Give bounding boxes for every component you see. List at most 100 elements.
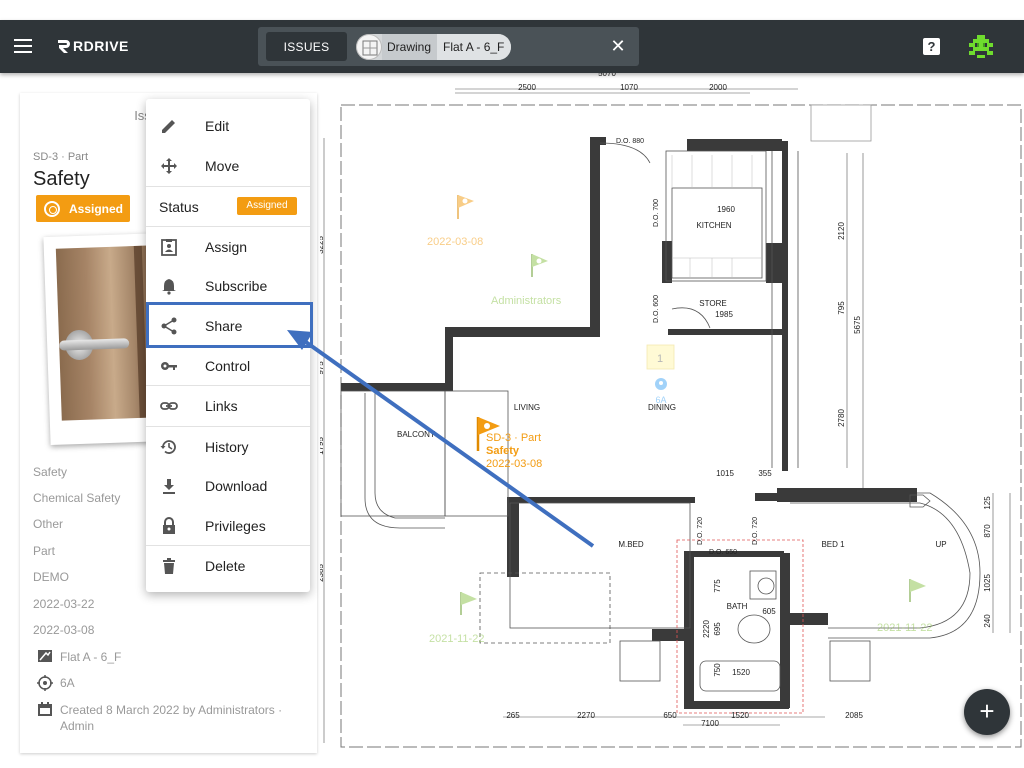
room-balcony: BALCONY [397, 430, 436, 439]
menu-item-label: Download [205, 478, 268, 494]
field-tag: DEMO [33, 570, 69, 584]
logo[interactable]: RDRIVE [56, 36, 129, 56]
field-subcategory: Chemical Safety [33, 491, 121, 505]
share-highlight-box [146, 302, 313, 348]
drawing-icon [38, 650, 52, 662]
menu-item-edit[interactable]: Edit [146, 106, 310, 146]
chip-drawing-name: Flat A - 6_F [437, 34, 511, 60]
dim-inner-9: D.O. 650 [709, 549, 737, 556]
chip-type-label: Drawing [382, 34, 438, 60]
floor-plan-svg: 5070 2500 1070 2000 3225 975 1795 2385 2… [320, 73, 1022, 748]
pin-label-1: Administrators [491, 295, 562, 307]
dim-right-2: 5675 [853, 316, 862, 334]
status-pill[interactable]: Assigned [237, 197, 297, 215]
pin-label-3: 2021-11-22 [877, 622, 932, 634]
active-pin-line-1: SD-3 · Part [486, 432, 541, 444]
location-marker[interactable]: 6A [655, 378, 667, 405]
download-icon [163, 479, 175, 494]
dim-inner-10: 775 [713, 579, 722, 593]
dim-inner-4: D.O. 600 [653, 295, 660, 323]
help-icon[interactable]: ? [923, 38, 940, 55]
photo-image [55, 245, 160, 421]
history-icon [160, 440, 176, 454]
issue-pin[interactable]: Administrators [491, 254, 562, 307]
issue-pin[interactable]: 2022-03-08 [427, 195, 483, 248]
cluster-count: 1 [657, 353, 663, 365]
key-icon [161, 362, 177, 370]
top-margin [0, 0, 1024, 20]
logo-icon [58, 40, 70, 53]
brand-name: RDRIVE [73, 38, 129, 54]
menu-item-delete[interactable]: Delete [146, 546, 310, 586]
target-icon [44, 200, 60, 217]
dim-right-7: 240 [983, 614, 992, 628]
status-badge-label: Assigned [69, 201, 124, 216]
dim-right-3: 2780 [837, 409, 846, 427]
avatar[interactable] [968, 33, 994, 59]
dim-inner-15: 1520 [732, 668, 750, 677]
menu-item-links[interactable]: Links [146, 386, 310, 426]
menu-item-label: Assign [205, 239, 248, 255]
field-location: 6A [60, 676, 75, 690]
dim-right-5: 870 [983, 524, 992, 538]
active-pin-line-2: Safety [486, 445, 520, 457]
room-up: UP [935, 540, 946, 549]
field-drawing[interactable]: Flat A - 6_F [60, 649, 121, 665]
dim-inner-8: D.O. 720 [752, 517, 759, 545]
field-scope: Part [33, 544, 56, 558]
issue-title: Safety [33, 168, 90, 190]
menu-item-label: Subscribe [205, 278, 268, 294]
drawing-thumbnail [356, 34, 382, 60]
move-icon [161, 158, 177, 174]
menu-item-download[interactable]: Download [146, 466, 310, 506]
menu-item-label: Links [205, 398, 238, 414]
dim-inner-5: 1015 [716, 469, 734, 478]
dim-inner-14: 750 [713, 663, 722, 677]
status-badge[interactable]: Assigned [36, 195, 130, 222]
add-issue-button[interactable]: + [964, 689, 1010, 735]
dim-left-2: 1795 [320, 437, 325, 455]
dim-inner-3: D.O. 700 [653, 199, 660, 227]
pencil-icon [162, 120, 175, 133]
menu-item-subscribe[interactable]: Subscribe [146, 266, 310, 306]
dim-inner-12: 2220 [702, 620, 711, 638]
floor-plan-canvas[interactable]: 5070 2500 1070 2000 3225 975 1795 2385 2… [320, 73, 1024, 768]
link-icon [160, 402, 178, 410]
dim-inner-13: 695 [713, 622, 722, 636]
menu-item-move[interactable]: Move [146, 146, 310, 186]
dim-bottom-4: 2085 [845, 711, 863, 720]
dim-inner-7: D.O. 720 [697, 517, 704, 545]
dim-inner-1: 1960 [717, 205, 735, 214]
dim-bottom-1: 2270 [577, 711, 595, 720]
menu-item-label: Edit [205, 118, 230, 134]
pin-label-0: 2022-03-08 [427, 236, 483, 248]
dim-top-0: 5070 [598, 73, 616, 78]
issue-pin[interactable]: 2021-11-22 [877, 579, 932, 634]
room-bath: BATH [727, 602, 748, 611]
menu-item-label: Move [205, 158, 240, 174]
menu-item-control[interactable]: Control [146, 346, 310, 386]
dim-left-3: 2385 [320, 564, 325, 582]
field-category: Safety [33, 465, 68, 479]
issue-cluster[interactable]: 1 [646, 344, 675, 370]
menu-item-history[interactable]: History [146, 427, 310, 467]
issue-subtitle: SD-3 · Part [33, 151, 89, 163]
dim-right-6: 1025 [983, 574, 992, 592]
menu-item-label: Control [205, 358, 251, 374]
room-store: STORE [699, 299, 726, 308]
menu-item-label: Privileges [205, 518, 266, 534]
trash-icon [163, 558, 175, 574]
menu-item-assign[interactable]: Assign [146, 227, 310, 267]
close-icon[interactable]: ✕ [610, 37, 626, 55]
active-issue-pin[interactable]: SD-3 · Part Safety 2022-03-08 [476, 417, 542, 470]
dim-inner-2: 1985 [715, 310, 733, 319]
menu-item-privileges[interactable]: Privileges [146, 506, 310, 546]
tab-issues[interactable]: ISSUES [266, 32, 347, 61]
drawing-chip[interactable]: Drawing Flat A - 6_F [356, 34, 511, 60]
assign-icon [161, 239, 177, 256]
calendar-icon [38, 702, 52, 716]
issue-pin[interactable]: 2021-11-22 [429, 592, 484, 645]
menu-icon[interactable] [14, 39, 32, 53]
dim-top-2: 1070 [620, 83, 638, 92]
location-icon [37, 675, 53, 691]
